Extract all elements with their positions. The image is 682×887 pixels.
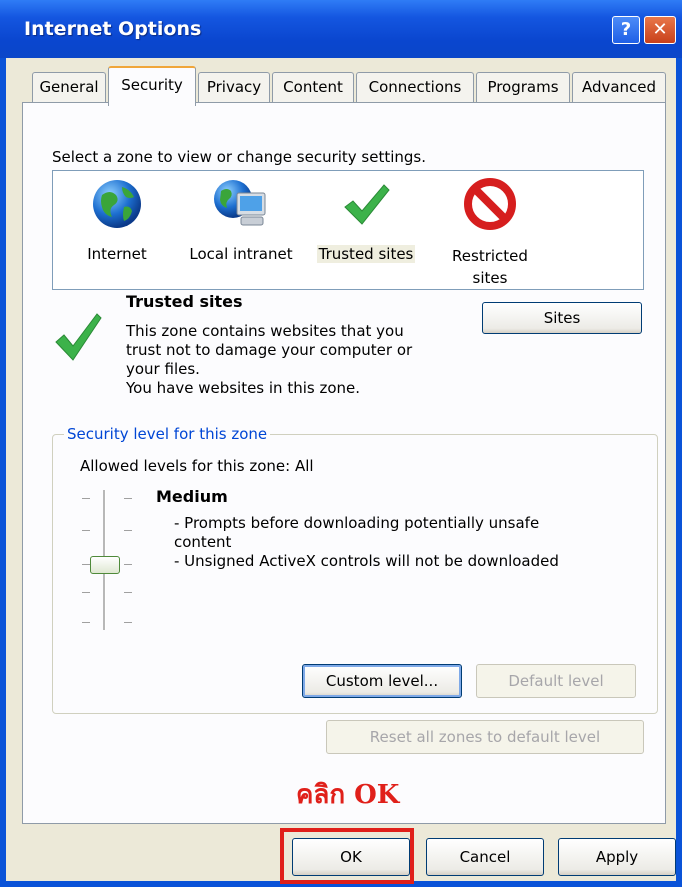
help-button[interactable]: ? [612, 16, 640, 44]
globe-icon [93, 180, 141, 228]
zone-local-intranet-label: Local intranet [189, 245, 293, 263]
security-level-slider[interactable] [80, 488, 140, 634]
default-level-button[interactable]: Default level [476, 664, 636, 698]
selected-zone-desc-line3: your files. [126, 360, 200, 378]
restricted-icon [464, 178, 516, 230]
level-bullet-1-line2: content [174, 533, 232, 551]
slider-tick [124, 622, 132, 623]
tab-advanced[interactable]: Advanced [572, 72, 666, 103]
tab-general[interactable]: General [32, 72, 106, 103]
title-bar[interactable]: Internet Options ? ✕ [0, 0, 682, 58]
level-bullet-2: - Unsigned ActiveX controls will not be … [174, 552, 559, 570]
zone-prompt: Select a zone to view or change security… [52, 148, 427, 166]
cancel-button[interactable]: Cancel [426, 838, 544, 876]
selected-zone-desc-line1: This zone contains websites that you [126, 322, 404, 340]
tab-privacy[interactable]: Privacy [198, 72, 270, 103]
slider-tick [124, 498, 132, 499]
slider-thumb[interactable] [90, 556, 120, 574]
slider-tick [82, 530, 90, 531]
tab-security[interactable]: Security [108, 66, 196, 106]
allowed-levels-text: Allowed levels for this zone: All [80, 457, 314, 475]
trusted-sites-large-checkmark-icon [55, 313, 102, 361]
zone-restricted-label-line1: Restricted [452, 247, 528, 265]
security-level-name: Medium [156, 487, 228, 506]
zone-internet[interactable]: Internet [67, 177, 167, 263]
zone-local-intranet[interactable]: Local intranet [181, 177, 301, 263]
tab-content[interactable]: Content [272, 72, 354, 103]
level-bullet-1-line1: - Prompts before downloading potentially… [174, 514, 540, 532]
security-level-legend: Security level for this zone [64, 425, 271, 443]
slider-tick [82, 564, 90, 565]
click-ok-annotation: คลิก OK [296, 780, 400, 810]
zone-list: Internet Local intranet Trusted sites Re… [52, 170, 644, 290]
selected-zone-desc-line4: You have websites in this zone. [126, 379, 361, 397]
slider-tick [82, 498, 90, 499]
close-button[interactable]: ✕ [644, 16, 676, 44]
slider-tick [124, 592, 132, 593]
intranet-icon [214, 180, 266, 226]
apply-button[interactable]: Apply [558, 838, 676, 876]
tab-programs[interactable]: Programs [476, 72, 570, 103]
reset-all-zones-button[interactable]: Reset all zones to default level [326, 720, 644, 754]
zone-internet-label: Internet [87, 245, 147, 263]
checkmark-icon [344, 184, 390, 225]
custom-level-button[interactable]: Custom level... [302, 664, 462, 698]
zone-trusted-sites[interactable]: Trusted sites [311, 177, 421, 263]
slider-tick [124, 530, 132, 531]
slider-tick [124, 564, 132, 565]
zone-trusted-sites-label: Trusted sites [316, 245, 416, 263]
security-level-description: - Prompts before downloading potentially… [174, 514, 559, 571]
slider-tick [82, 622, 90, 623]
zone-restricted-sites[interactable]: Restricted sites [435, 177, 545, 289]
zone-restricted-label-line2: sites [472, 269, 508, 287]
selected-zone-desc-line2: trust not to damage your computer or [126, 341, 413, 359]
ok-button[interactable]: OK [292, 838, 410, 876]
zone-restricted-label: Restricted sites [435, 245, 545, 289]
sites-button[interactable]: Sites [482, 302, 642, 334]
selected-zone-title: Trusted sites [126, 292, 243, 311]
slider-tick [82, 592, 90, 593]
selected-zone-description: This zone contains websites that you tru… [126, 322, 412, 398]
window-title: Internet Options [24, 18, 202, 40]
tab-connections[interactable]: Connections [356, 72, 474, 103]
